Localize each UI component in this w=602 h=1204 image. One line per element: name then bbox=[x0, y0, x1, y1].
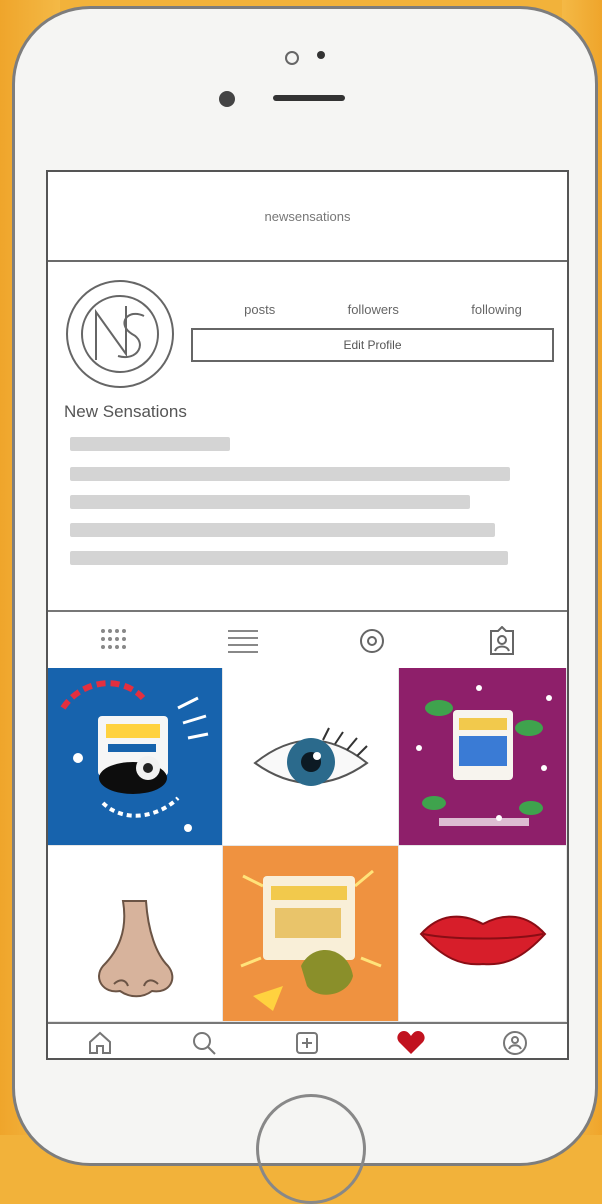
bio-line bbox=[70, 495, 470, 509]
profile-name: New Sensations bbox=[64, 402, 187, 421]
front-camera bbox=[219, 91, 235, 107]
post-tile-blue-poster[interactable] bbox=[48, 668, 223, 846]
post-tile-nose[interactable] bbox=[48, 846, 223, 1022]
stat-following[interactable]: following bbox=[471, 302, 522, 317]
blue-poster-image bbox=[60, 680, 209, 832]
home-icon[interactable] bbox=[80, 1026, 120, 1058]
grid-icon[interactable] bbox=[93, 623, 133, 659]
post-tile-lips[interactable] bbox=[399, 846, 567, 1022]
nose-image bbox=[98, 900, 174, 998]
heart-icon[interactable] bbox=[391, 1026, 431, 1058]
profile-icon[interactable] bbox=[495, 1026, 535, 1058]
front-sensor bbox=[317, 51, 325, 59]
tagged-icon[interactable] bbox=[482, 623, 522, 659]
bio-line bbox=[70, 467, 510, 481]
post-tile-magenta-poster[interactable] bbox=[399, 668, 567, 846]
profile-tabs bbox=[48, 610, 567, 671]
bio-line bbox=[70, 523, 495, 537]
proximity-sensor bbox=[285, 51, 299, 65]
edit-profile-button[interactable]: Edit Profile bbox=[191, 328, 554, 362]
location-icon[interactable] bbox=[352, 623, 392, 659]
posts-grid bbox=[48, 668, 567, 1022]
magenta-poster-image bbox=[416, 685, 552, 826]
profile-stats: posts followers following bbox=[208, 302, 558, 317]
home-button[interactable] bbox=[256, 1094, 366, 1204]
profile-header: newsensations bbox=[48, 172, 567, 262]
search-icon[interactable] bbox=[184, 1026, 224, 1058]
earpiece-speaker bbox=[273, 95, 345, 101]
post-tile-orange-poster[interactable] bbox=[223, 846, 399, 1022]
eye-image bbox=[253, 727, 369, 786]
bio-line bbox=[70, 437, 230, 451]
username: newsensations bbox=[264, 208, 351, 224]
app-screen: newsensations posts followers following … bbox=[46, 170, 569, 1060]
bio-line bbox=[70, 551, 508, 565]
brand-logo-icon bbox=[81, 295, 159, 373]
stat-followers[interactable]: followers bbox=[348, 302, 399, 317]
avatar[interactable] bbox=[66, 280, 174, 388]
bottom-navigation bbox=[48, 1022, 567, 1058]
orange-poster-image bbox=[240, 869, 382, 1011]
lips-image bbox=[419, 915, 547, 966]
add-post-icon[interactable] bbox=[287, 1026, 327, 1058]
post-tile-eye[interactable] bbox=[223, 668, 399, 846]
list-icon[interactable] bbox=[223, 623, 263, 659]
profile-section: posts followers following Edit Profile N… bbox=[48, 262, 567, 610]
stat-posts[interactable]: posts bbox=[244, 302, 275, 317]
